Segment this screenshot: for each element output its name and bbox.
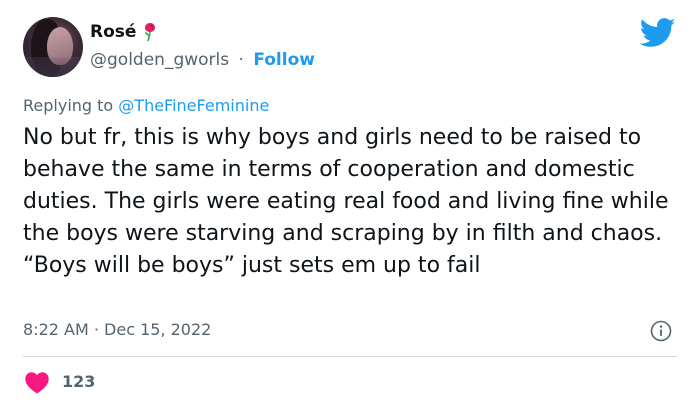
tweet-date[interactable]: Dec 15, 2022 xyxy=(104,320,211,339)
tweet-text: No but fr, this is why boys and girls ne… xyxy=(23,125,669,278)
author-handle[interactable]: @golden_gworls xyxy=(90,50,229,70)
heart-icon[interactable] xyxy=(24,370,50,394)
like-count[interactable]: 123 xyxy=(62,372,95,391)
replying-to-line: Replying to @TheFineFeminine xyxy=(23,96,269,115)
timestamp-separator: · xyxy=(93,320,99,339)
avatar-shade xyxy=(23,57,83,77)
avatar[interactable] xyxy=(23,17,83,77)
handle-line: @golden_gworls · Follow xyxy=(90,50,315,70)
twitter-bird-icon[interactable] xyxy=(640,18,676,48)
separator-dot: · xyxy=(238,50,244,70)
follow-button[interactable]: Follow xyxy=(253,50,315,70)
divider xyxy=(23,356,677,357)
replying-to-label: Replying to xyxy=(23,96,114,115)
tweet-timestamp[interactable]: 8:22 AM · Dec 15, 2022 xyxy=(23,320,211,339)
author-name-row[interactable]: Rosé xyxy=(90,22,158,42)
info-icon[interactable] xyxy=(650,320,672,342)
reply-mention-link[interactable]: @TheFineFeminine xyxy=(118,96,269,115)
author-display-name[interactable]: Rosé xyxy=(90,22,136,42)
tweet-time[interactable]: 8:22 AM xyxy=(23,320,89,339)
rose-icon xyxy=(145,23,156,42)
tweet-card: Rosé @golden_gworls · Follow Replying to… xyxy=(0,0,700,410)
